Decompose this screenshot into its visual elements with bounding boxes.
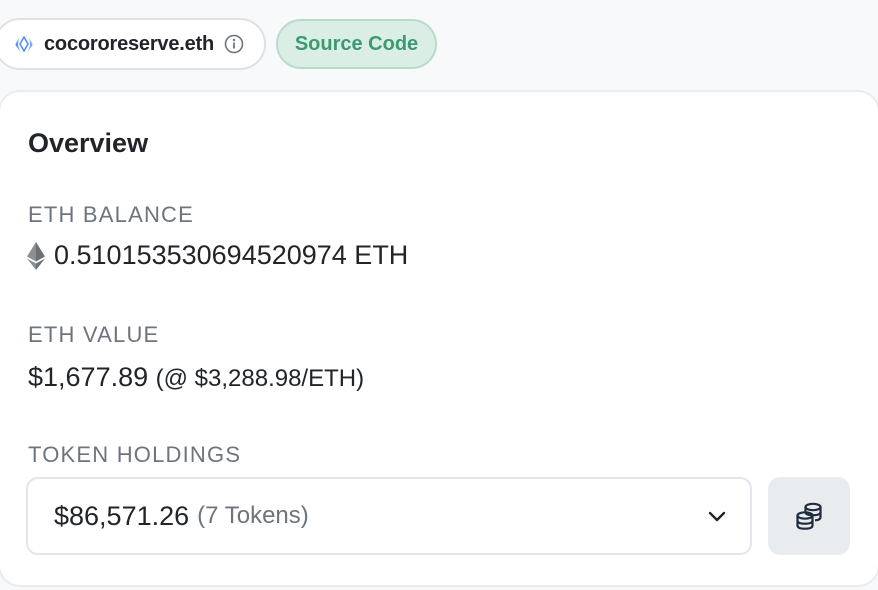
- token-holdings-label: TOKEN HOLDINGS: [28, 442, 242, 467]
- token-holdings-count: (7 Tokens): [197, 502, 309, 529]
- eth-value-label: ETH VALUE: [28, 322, 160, 347]
- info-icon[interactable]: [223, 33, 245, 55]
- page: cocororeserve.eth Source Code Overview E…: [0, 0, 878, 590]
- ens-name-pill[interactable]: cocororeserve.eth: [0, 18, 266, 70]
- eth-balance-label: ETH BALANCE: [28, 202, 195, 227]
- eth-price-rate: (@ $3,288.98/ETH): [155, 365, 365, 392]
- overview-card: Overview ETH BALANCE 0.51015353069452097…: [0, 90, 878, 587]
- chevron-down-icon: [706, 505, 728, 527]
- coins-stack-icon: [793, 500, 825, 532]
- ens-logo-icon: [12, 31, 36, 57]
- eth-value-amount: $1,677.89: [28, 362, 149, 392]
- overview-title: Overview: [28, 128, 149, 158]
- eth-balance-row: 0.510153530694520974 ETH: [26, 240, 408, 271]
- token-holdings-amount: $86,571.26: [54, 500, 190, 531]
- token-holdings-dropdown[interactable]: $86,571.26 (7 Tokens): [26, 477, 752, 555]
- eth-value-row: $1,677.89 (@ $3,288.98/ETH): [28, 362, 364, 393]
- ethereum-icon: [26, 241, 46, 271]
- eth-balance-value: 0.510153530694520974 ETH: [54, 240, 409, 270]
- token-holdings-coins-button[interactable]: [768, 477, 850, 555]
- source-code-button[interactable]: Source Code: [276, 19, 437, 69]
- ens-name: cocororeserve.eth: [44, 32, 215, 55]
